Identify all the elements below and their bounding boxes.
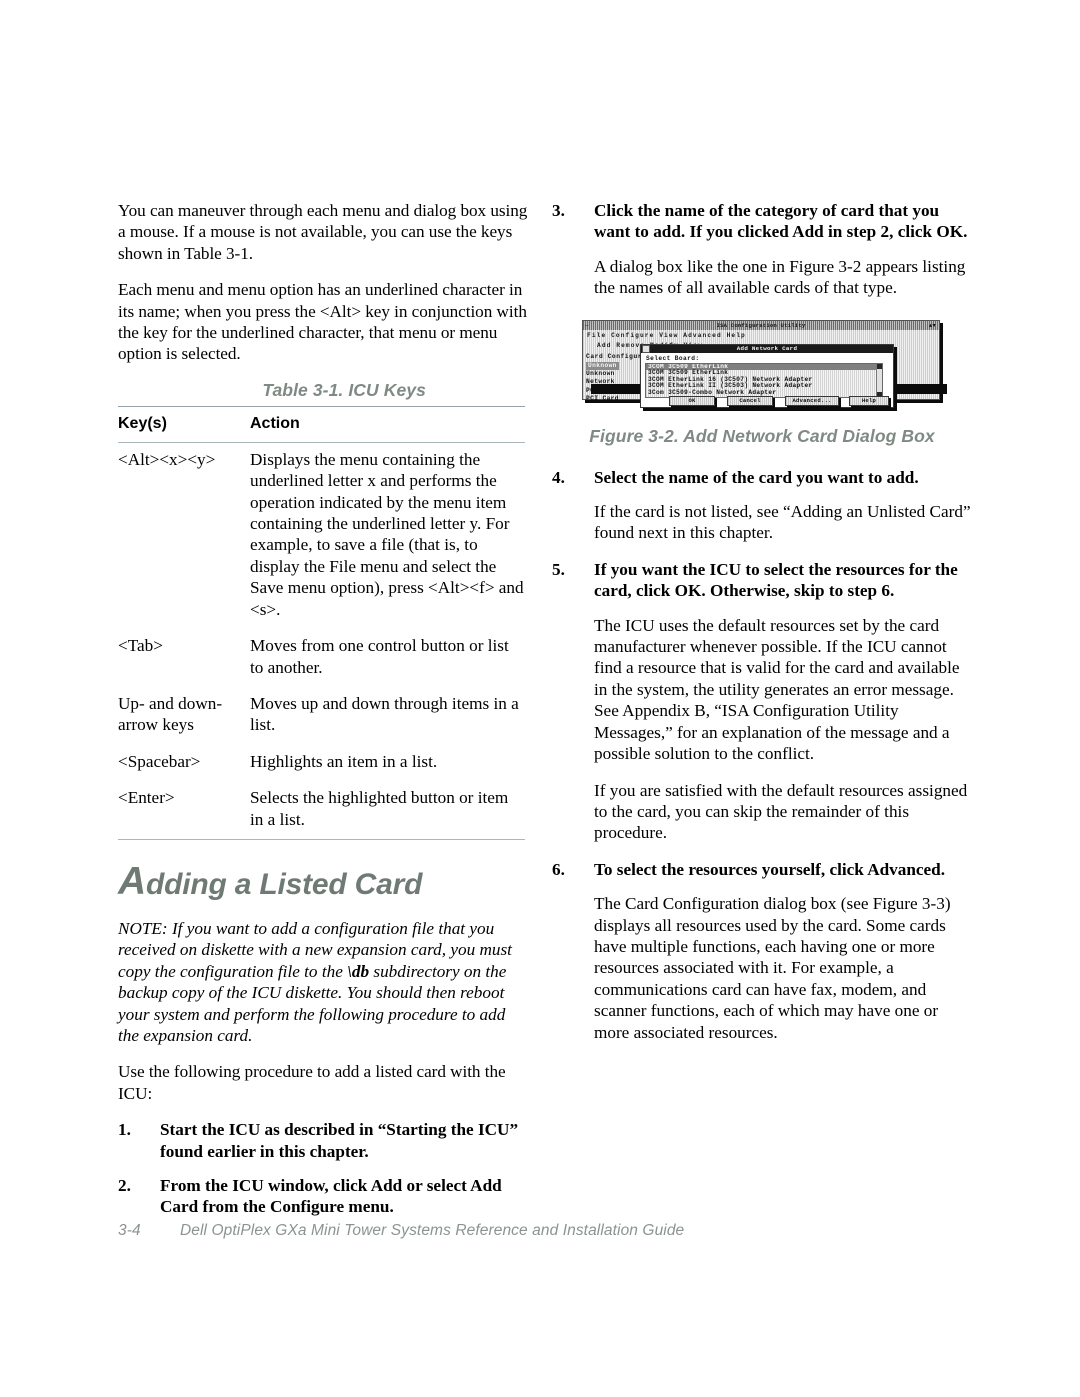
step-heading: If you want the ICU to select the resour… xyxy=(594,559,958,601)
step-number: 2. xyxy=(118,1176,131,1195)
table-cell-key: <Enter> xyxy=(118,788,175,808)
icu-menu-bar[interactable]: File Configure View Advanced Help xyxy=(587,332,746,339)
dialog-button-row: OK Cancel Advanced... Help xyxy=(645,395,889,406)
step-3: 3. Click the name of the category of car… xyxy=(552,200,972,243)
table-caption: Table 3-1. ICU Keys xyxy=(262,379,426,400)
step-number: 4. xyxy=(552,467,565,487)
step-5: 5. If you want the ICU to select the res… xyxy=(552,559,972,602)
footer-page-number: 3-4 xyxy=(118,1222,141,1239)
step-heading: From the ICU window, click Add or select… xyxy=(160,1176,502,1217)
table-cell-action: Displays the menu containing the underli… xyxy=(250,449,524,619)
window-minimize-icon: ─ xyxy=(585,321,589,329)
step-heading: Start the ICU as described in “Starting … xyxy=(160,1120,519,1161)
table-row: <Alt><x><y> Displays the menu containing… xyxy=(118,443,525,629)
table-bottom-rule xyxy=(118,838,525,840)
dialog-system-menu-icon[interactable] xyxy=(642,345,650,354)
cancel-button[interactable]: Cancel xyxy=(727,395,773,406)
step-3-body: A dialog box like the one in Figure 3-2 … xyxy=(594,256,966,298)
icu-keys-table-body: <Alt><x><y> Displays the menu containing… xyxy=(118,443,525,839)
table-cell-key: <Alt><x><y> xyxy=(118,449,216,469)
step-number: 6. xyxy=(552,859,565,879)
table-cell-key: Up- and down-arrow keys xyxy=(118,693,223,735)
table-row: <Tab> Moves from one control button or l… xyxy=(118,629,525,687)
note-bold-path: \db xyxy=(347,961,370,981)
step-4-body: If the card is not listed, see “Adding a… xyxy=(594,502,971,543)
select-board-listbox[interactable]: 3COM 3C509 EtherLink 3COM 3C509 EtherLin… xyxy=(645,362,883,398)
ok-button[interactable]: OK xyxy=(669,395,715,406)
step-4: 4. Select the name of the card you want … xyxy=(552,467,972,488)
list-item: Unknown xyxy=(586,370,615,378)
table-header-keys: Key(s) xyxy=(118,414,167,432)
step-number: 1. xyxy=(118,1120,131,1140)
step-number: 3. xyxy=(552,201,565,220)
table-header-action: Action xyxy=(250,414,300,432)
left-column: You can maneuver through each menu and d… xyxy=(118,200,528,1231)
note-paragraph: NOTE: If you want to add a configuration… xyxy=(118,918,528,1046)
table-cell-action: Selects the highlighted button or item i… xyxy=(250,788,509,829)
step-6-body: The Card Configuration dialog box (see F… xyxy=(594,894,951,1042)
step-1: 1. Start the ICU as described in “Starti… xyxy=(118,1119,528,1162)
icu-window-titlebar: ─ ISA Configuration Utility ▲▼ xyxy=(583,320,939,330)
intro-paragraph-1: You can maneuver through each menu and d… xyxy=(118,201,528,263)
step-5-body-2: If you are satisfied with the default re… xyxy=(594,780,968,843)
document-page: You can maneuver through each menu and d… xyxy=(0,0,1080,1397)
table-row: <Spacebar> Highlights an item in a list. xyxy=(118,745,525,781)
table-header-row: Key(s) Action xyxy=(118,407,525,442)
add-network-card-dialog: Add Network Card Select Board: 3COM 3C50… xyxy=(640,343,894,408)
footer-title: Dell OptiPlex GXa Mini Tower Systems Ref… xyxy=(180,1222,685,1239)
table-cell-action: Moves up and down through items in a lis… xyxy=(250,693,519,735)
advanced-button[interactable]: Advanced... xyxy=(785,395,839,406)
heading-drop-cap: A xyxy=(118,859,146,903)
step-heading: To select the resources yourself, click … xyxy=(594,859,946,879)
table-row: <Enter> Selects the highlighted button o… xyxy=(118,781,525,839)
select-board-label: Select Board: xyxy=(646,354,700,362)
icu-screenshot-image: ─ ISA Configuration Utility ▲▼ File Conf… xyxy=(574,313,954,416)
procedure-intro: Use the following procedure to add a lis… xyxy=(118,1062,506,1103)
page-title: Adding a Listed Card xyxy=(118,862,528,902)
icu-keys-table-block: Table 3-1. ICU Keys Key(s) Action <Alt><… xyxy=(118,380,528,840)
list-item: PCI Card xyxy=(586,395,619,403)
step-2: 2. From the ICU window, click Add or sel… xyxy=(118,1175,528,1218)
list-item: Unknown xyxy=(586,361,619,371)
heading-rest: dding a Listed Card xyxy=(145,867,423,901)
step-5-body: The ICU uses the default resources set b… xyxy=(594,615,960,764)
step-heading: Select the name of the card you want to … xyxy=(594,467,919,487)
scrollbar-thumb[interactable] xyxy=(877,363,882,369)
help-button[interactable]: Help xyxy=(849,395,889,406)
intro-paragraph-2: Each menu and menu option has an underli… xyxy=(118,280,527,364)
icu-keys-table: Key(s) Action xyxy=(118,407,525,442)
right-column: 3. Click the name of the category of car… xyxy=(552,200,972,1058)
dialog-titlebar: Add Network Card xyxy=(641,344,893,354)
figure-caption: Figure 3-2. Add Network Card Dialog Box xyxy=(589,425,935,446)
listbox-scrollbar[interactable] xyxy=(876,363,882,397)
figure-3-2: ─ ISA Configuration Utility ▲▼ File Conf… xyxy=(552,313,972,447)
page-footer: 3-4 Dell OptiPlex GXa Mini Tower Systems … xyxy=(118,1222,684,1240)
table-cell-key: <Spacebar> xyxy=(118,751,201,771)
window-maximize-icon: ▲▼ xyxy=(928,321,936,329)
step-6: 6. To select the resources yourself, cli… xyxy=(552,859,972,880)
table-cell-key: <Tab> xyxy=(118,636,163,656)
step-heading: Click the name of the category of card t… xyxy=(594,201,968,242)
dialog-title: Add Network Card xyxy=(736,344,798,352)
icu-window-title: ISA Configuration Utility xyxy=(716,321,806,329)
table-cell-action: Highlights an item in a list. xyxy=(250,751,438,771)
table-cell-action: Moves from one control button or list to… xyxy=(250,636,509,677)
table-row: Up- and down-arrow keys Moves up and dow… xyxy=(118,687,525,745)
step-number: 5. xyxy=(552,559,565,579)
